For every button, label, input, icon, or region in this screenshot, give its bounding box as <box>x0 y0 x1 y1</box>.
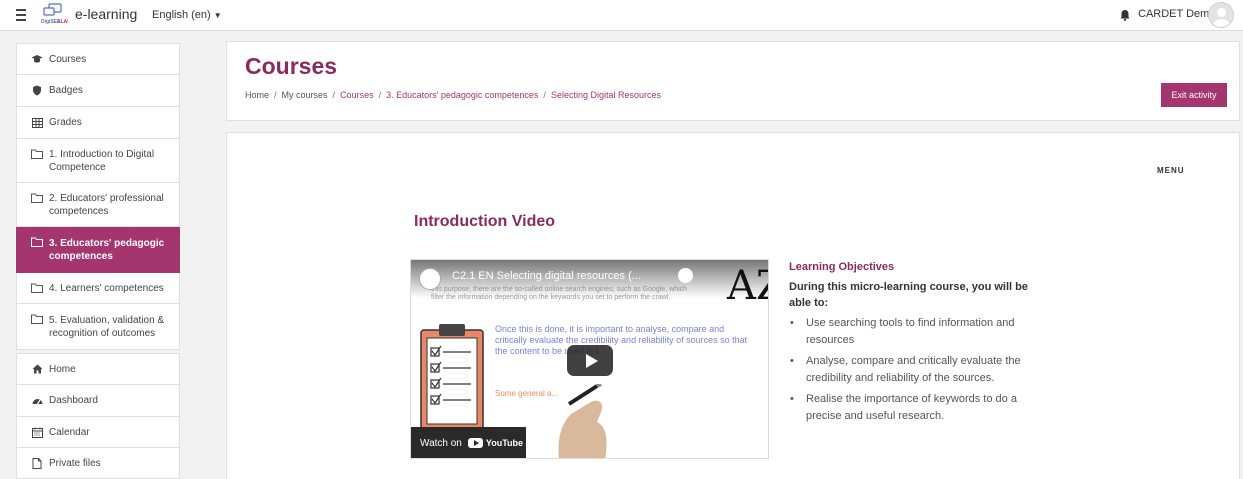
list-item: Realise the importance of keywords to do… <box>789 391 1039 425</box>
sidebar-item-section-2[interactable]: 2. Educators' professional competences <box>16 183 180 227</box>
svg-text:ALAD: ALAD <box>57 19 68 25</box>
caret-down-icon: ▼ <box>213 11 222 20</box>
sidebar-item-label: 5. Evaluation, validation & recognition … <box>49 314 165 339</box>
sidebar-item-label: Private files <box>49 457 101 469</box>
sidebar-item-section-4[interactable]: 4. Learners' competences <box>16 273 180 304</box>
language-label: English (en) <box>152 9 211 21</box>
breadcrumb: Home / My courses / Courses / 3. Educato… <box>245 90 661 100</box>
calendar-icon <box>31 427 43 438</box>
sidebar-item-label: 3. Educators' pedagogic competences <box>49 237 165 262</box>
breadcrumb-home[interactable]: Home <box>245 90 269 100</box>
user-name[interactable]: CARDET Demo <box>1138 8 1215 20</box>
folder-icon <box>31 314 43 324</box>
bell-icon[interactable] <box>1119 9 1131 21</box>
shield-icon <box>31 85 43 96</box>
sidebar-item-label: Grades <box>49 117 82 128</box>
drawing-hand-icon <box>558 384 607 458</box>
video-caption-main: Once this is done, it is important to an… <box>495 324 748 356</box>
brand-name[interactable]: e-learning <box>75 6 137 22</box>
youtube-label: YouTube <box>485 438 524 448</box>
breadcrumb-separator: / <box>332 90 336 100</box>
sidebar-item-label: Calendar <box>49 426 90 438</box>
dashboard-icon <box>31 396 43 406</box>
folder-icon <box>31 193 43 203</box>
breadcrumb-separator: / <box>378 90 382 100</box>
watch-on-label: Watch on <box>420 437 462 449</box>
sidebar-item-section-5[interactable]: 5. Evaluation, validation & recognition … <box>16 304 180 350</box>
learning-objectives: Learning Objectives During this micro-le… <box>789 261 1039 429</box>
sidebar-item-label: 4. Learners' competences <box>49 282 164 294</box>
folder-icon <box>31 237 43 247</box>
home-icon <box>31 364 43 374</box>
breadcrumb-separator: / <box>274 90 277 100</box>
main-content: MENU Introduction Video this purpose, th… <box>226 132 1240 479</box>
sidebar-item-section-1[interactable]: 1. Introduction to Digital Competence <box>16 139 180 183</box>
list-item: Analyse, compare and critically evaluate… <box>789 353 1039 387</box>
hamburger-menu-icon[interactable] <box>12 6 30 24</box>
objectives-heading: Learning Objectives <box>789 261 895 273</box>
page-title: Courses <box>245 53 338 79</box>
folder-icon <box>31 283 43 293</box>
sidebar-item-private-files[interactable]: Private files <box>16 448 180 479</box>
page-header: Courses Home / My courses / Courses / 3.… <box>226 41 1240 121</box>
sidebar-item-label: Courses <box>49 53 87 65</box>
clipboard-illustration-icon <box>420 324 484 431</box>
breadcrumb-section[interactable]: 3. Educators' pedagogic competences <box>386 90 538 100</box>
youtube-play-icon <box>467 438 483 448</box>
avatar[interactable] <box>1208 2 1234 28</box>
sidebar-item-section-3[interactable]: 3. Educators' pedagogic competences <box>16 227 180 273</box>
sidebar-nav: Courses Badges Grades 1. Introduction to… <box>16 43 180 479</box>
site-logo[interactable]: DigiSEL ALAD <box>40 3 68 27</box>
sidebar-item-badges[interactable]: Badges <box>16 75 180 107</box>
watch-later-icon[interactable] <box>678 268 693 283</box>
exit-activity-button[interactable]: Exit activity <box>1161 83 1227 107</box>
objectives-intro: During this micro-learning course, you w… <box>789 281 1028 309</box>
list-item: Use searching tools to find information … <box>789 315 1039 349</box>
sidebar-item-calendar[interactable]: Calendar <box>16 417 180 448</box>
sidebar-item-label: 1. Introduction to Digital Competence <box>49 148 155 173</box>
video-title[interactable]: C2.1 EN Selecting digital resources (... <box>452 270 641 282</box>
file-icon <box>31 457 43 469</box>
sidebar-item-dashboard[interactable]: Dashboard <box>16 385 180 417</box>
breadcrumb-activity[interactable]: Selecting Digital Resources <box>551 90 661 100</box>
section-title: Introduction Video <box>414 213 556 230</box>
channel-avatar-icon[interactable] <box>419 268 441 290</box>
youtube-video-player[interactable]: this purpose, there are the so-called on… <box>410 259 769 459</box>
top-navbar: DigiSEL ALAD e-learning English (en)▼ CA… <box>0 0 1243 31</box>
video-az-graphic: AZ <box>727 263 768 309</box>
sidebar-item-grades[interactable]: Grades <box>16 107 180 139</box>
sidebar-item-label: Home <box>49 363 76 375</box>
watch-on-youtube-button[interactable]: Watch on YouTube <box>411 427 526 458</box>
breadcrumb-separator: / <box>543 90 546 100</box>
objectives-list: Use searching tools to find information … <box>789 315 1039 425</box>
folder-icon <box>31 149 43 159</box>
menu-toggle[interactable]: MENU <box>1157 166 1185 175</box>
sidebar-item-label: Badges <box>49 85 83 96</box>
table-icon <box>31 117 43 128</box>
youtube-logo: YouTube <box>467 438 524 448</box>
graduation-cap-icon <box>31 54 43 64</box>
sidebar-item-courses[interactable]: Courses <box>16 43 180 75</box>
sidebar-item-label: Dashboard <box>49 395 98 406</box>
language-selector[interactable]: English (en) ▼ <box>152 9 222 21</box>
sidebar-item-label: 2. Educators' professional competences <box>49 192 164 217</box>
breadcrumb-courses[interactable]: Courses <box>340 90 374 100</box>
play-button[interactable] <box>567 345 613 376</box>
breadcrumb-my-courses[interactable]: My courses <box>282 90 328 100</box>
sidebar-item-home[interactable]: Home <box>16 353 180 385</box>
